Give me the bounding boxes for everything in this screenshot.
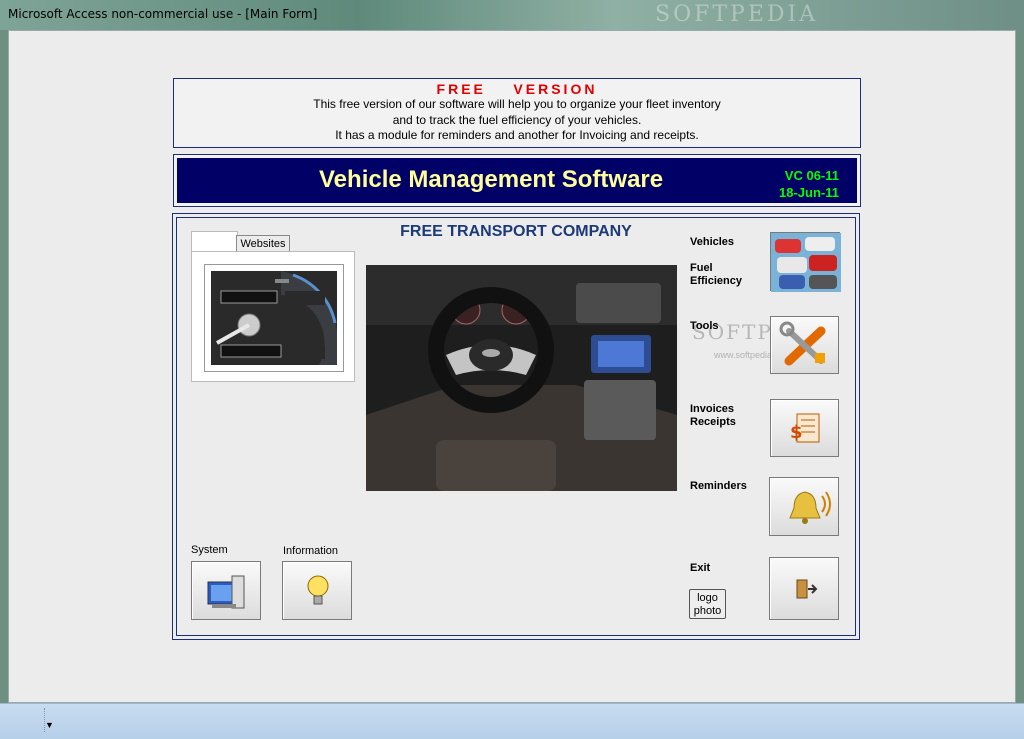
status-cell — [10, 708, 45, 732]
speedometer-image-frame — [204, 264, 344, 372]
information-label: Information — [283, 545, 339, 557]
exit-label: Exit — [690, 562, 711, 574]
receipts-label: Receipts — [690, 416, 736, 428]
softpedia-watermark: SOFTPEDIA — [655, 2, 819, 27]
free-version-panel: FREE VERSION This free version of our so… — [173, 78, 861, 148]
exit-door-icon — [796, 579, 818, 599]
version-label: VC 06-11 — [784, 168, 839, 183]
vehicles-label: Vehicles — [690, 236, 735, 248]
version-info: VC 06-11 18-Jun-11 — [779, 167, 839, 201]
reminders-label: Reminders — [690, 480, 747, 492]
logo-photo-button[interactable]: logo photo — [689, 589, 726, 619]
exit-button[interactable] — [769, 557, 839, 620]
system-label: System — [191, 544, 228, 556]
logo-button-line1: logo — [697, 592, 718, 604]
invoices-label: Invoices — [690, 403, 735, 415]
free-version-line: and to track the fuel efficiency of your… — [392, 112, 642, 127]
svg-text:$: $ — [790, 422, 803, 443]
tab-page — [191, 251, 355, 382]
free-version-heading: FREE VERSION — [436, 81, 598, 97]
vehicles-button[interactable] — [770, 232, 841, 292]
window-title: Microsoft Access non-commercial use - [M… — [8, 7, 318, 21]
bell-icon — [789, 491, 831, 524]
title-banner: Vehicle Management Software VC 06-11 18-… — [177, 158, 857, 203]
app-title: Vehicle Management Software — [319, 166, 664, 193]
free-version-line: This free version of our software will h… — [313, 97, 721, 111]
version-date: 18-Jun-11 — [779, 185, 839, 200]
computer-icon — [207, 575, 245, 609]
fuel-efficiency-label: Efficiency — [690, 275, 742, 287]
free-version-line: It has a module for reminders and anothe… — [335, 128, 699, 142]
fuel-label: Fuel — [690, 262, 713, 274]
tools-icon — [779, 321, 826, 366]
information-button[interactable] — [282, 561, 352, 620]
lightbulb-icon — [307, 575, 329, 605]
cars-icon — [771, 233, 841, 292]
tab-control: Websites — [191, 231, 355, 382]
invoice-icon: $ — [790, 413, 820, 443]
tab-active[interactable] — [191, 231, 238, 252]
reminders-button[interactable] — [769, 477, 839, 536]
system-button[interactable] — [191, 561, 261, 620]
car-interior-photo — [366, 265, 677, 491]
tools-label: Tools — [690, 320, 719, 332]
invoices-receipts-button[interactable]: $ — [770, 399, 839, 457]
status-bar: ▼ — [0, 703, 1024, 739]
tools-button[interactable] — [770, 316, 839, 374]
dropdown-arrow-icon[interactable]: ▼ — [45, 720, 54, 730]
title-banner-frame: Vehicle Management Software VC 06-11 18-… — [173, 154, 861, 207]
speedometer-image — [211, 271, 337, 365]
logo-button-line2: photo — [693, 605, 722, 617]
tab-websites[interactable]: Websites — [236, 235, 290, 252]
title-bar: Microsoft Access non-commercial use - [M… — [0, 0, 1024, 30]
